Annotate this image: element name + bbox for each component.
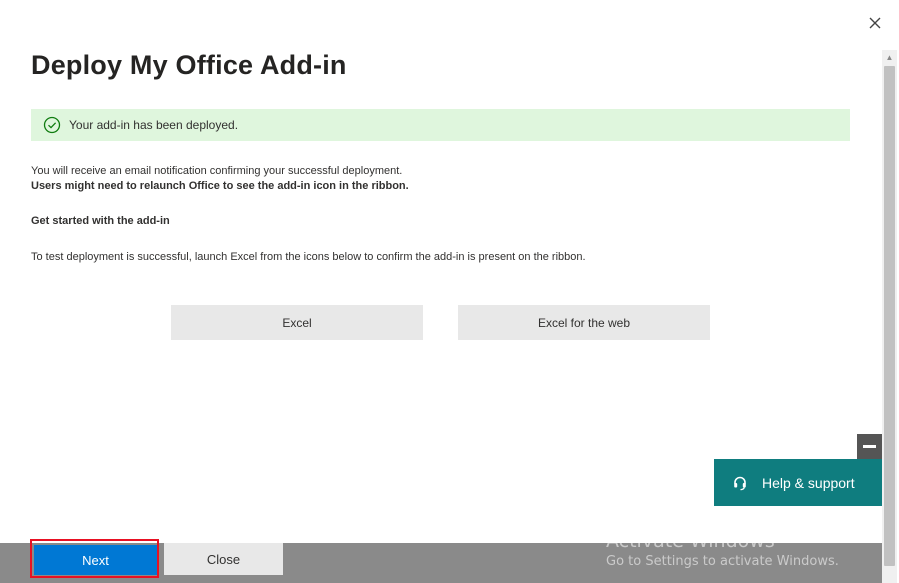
vertical-scrollbar[interactable]: ▲ [882, 50, 897, 583]
checkmark-circle-icon [43, 116, 61, 134]
close-icon[interactable] [864, 12, 886, 34]
help-support-button[interactable]: Help & support [714, 459, 882, 506]
next-button[interactable]: Next [34, 545, 157, 575]
test-instructions-text: To test deployment is successful, launch… [31, 251, 586, 263]
page-title: Deploy My Office Add-in [31, 50, 347, 80]
watermark-title: Activate Windows [606, 530, 775, 552]
scroll-up-icon[interactable]: ▲ [882, 50, 897, 64]
watermark-subtitle: Go to Settings to activate Windows. [606, 554, 839, 569]
activate-windows-watermark: Activate Windows Go to Settings to activ… [606, 530, 839, 569]
excel-for-the-web-button[interactable]: Excel for the web [458, 305, 710, 340]
excel-button[interactable]: Excel [171, 305, 423, 340]
email-notice-text: You will receive an email notification c… [31, 165, 403, 177]
minimize-icon [863, 445, 876, 448]
success-message-text: Your add-in has been deployed. [69, 118, 239, 132]
get-started-heading: Get started with the add-in [31, 215, 170, 227]
help-support-label: Help & support [762, 474, 855, 491]
relaunch-notice-text: Users might need to relaunch Office to s… [31, 180, 409, 192]
success-message-bar: Your add-in has been deployed. [31, 109, 850, 141]
headset-icon [732, 475, 748, 491]
deployment-notice: You will receive an email notification c… [31, 164, 409, 194]
scrollbar-thumb[interactable] [884, 66, 895, 566]
deploy-panel: Deploy My Office Add-in Your add-in has … [0, 0, 899, 583]
minimize-help-button[interactable] [857, 434, 882, 459]
close-button[interactable]: Close [164, 543, 283, 575]
